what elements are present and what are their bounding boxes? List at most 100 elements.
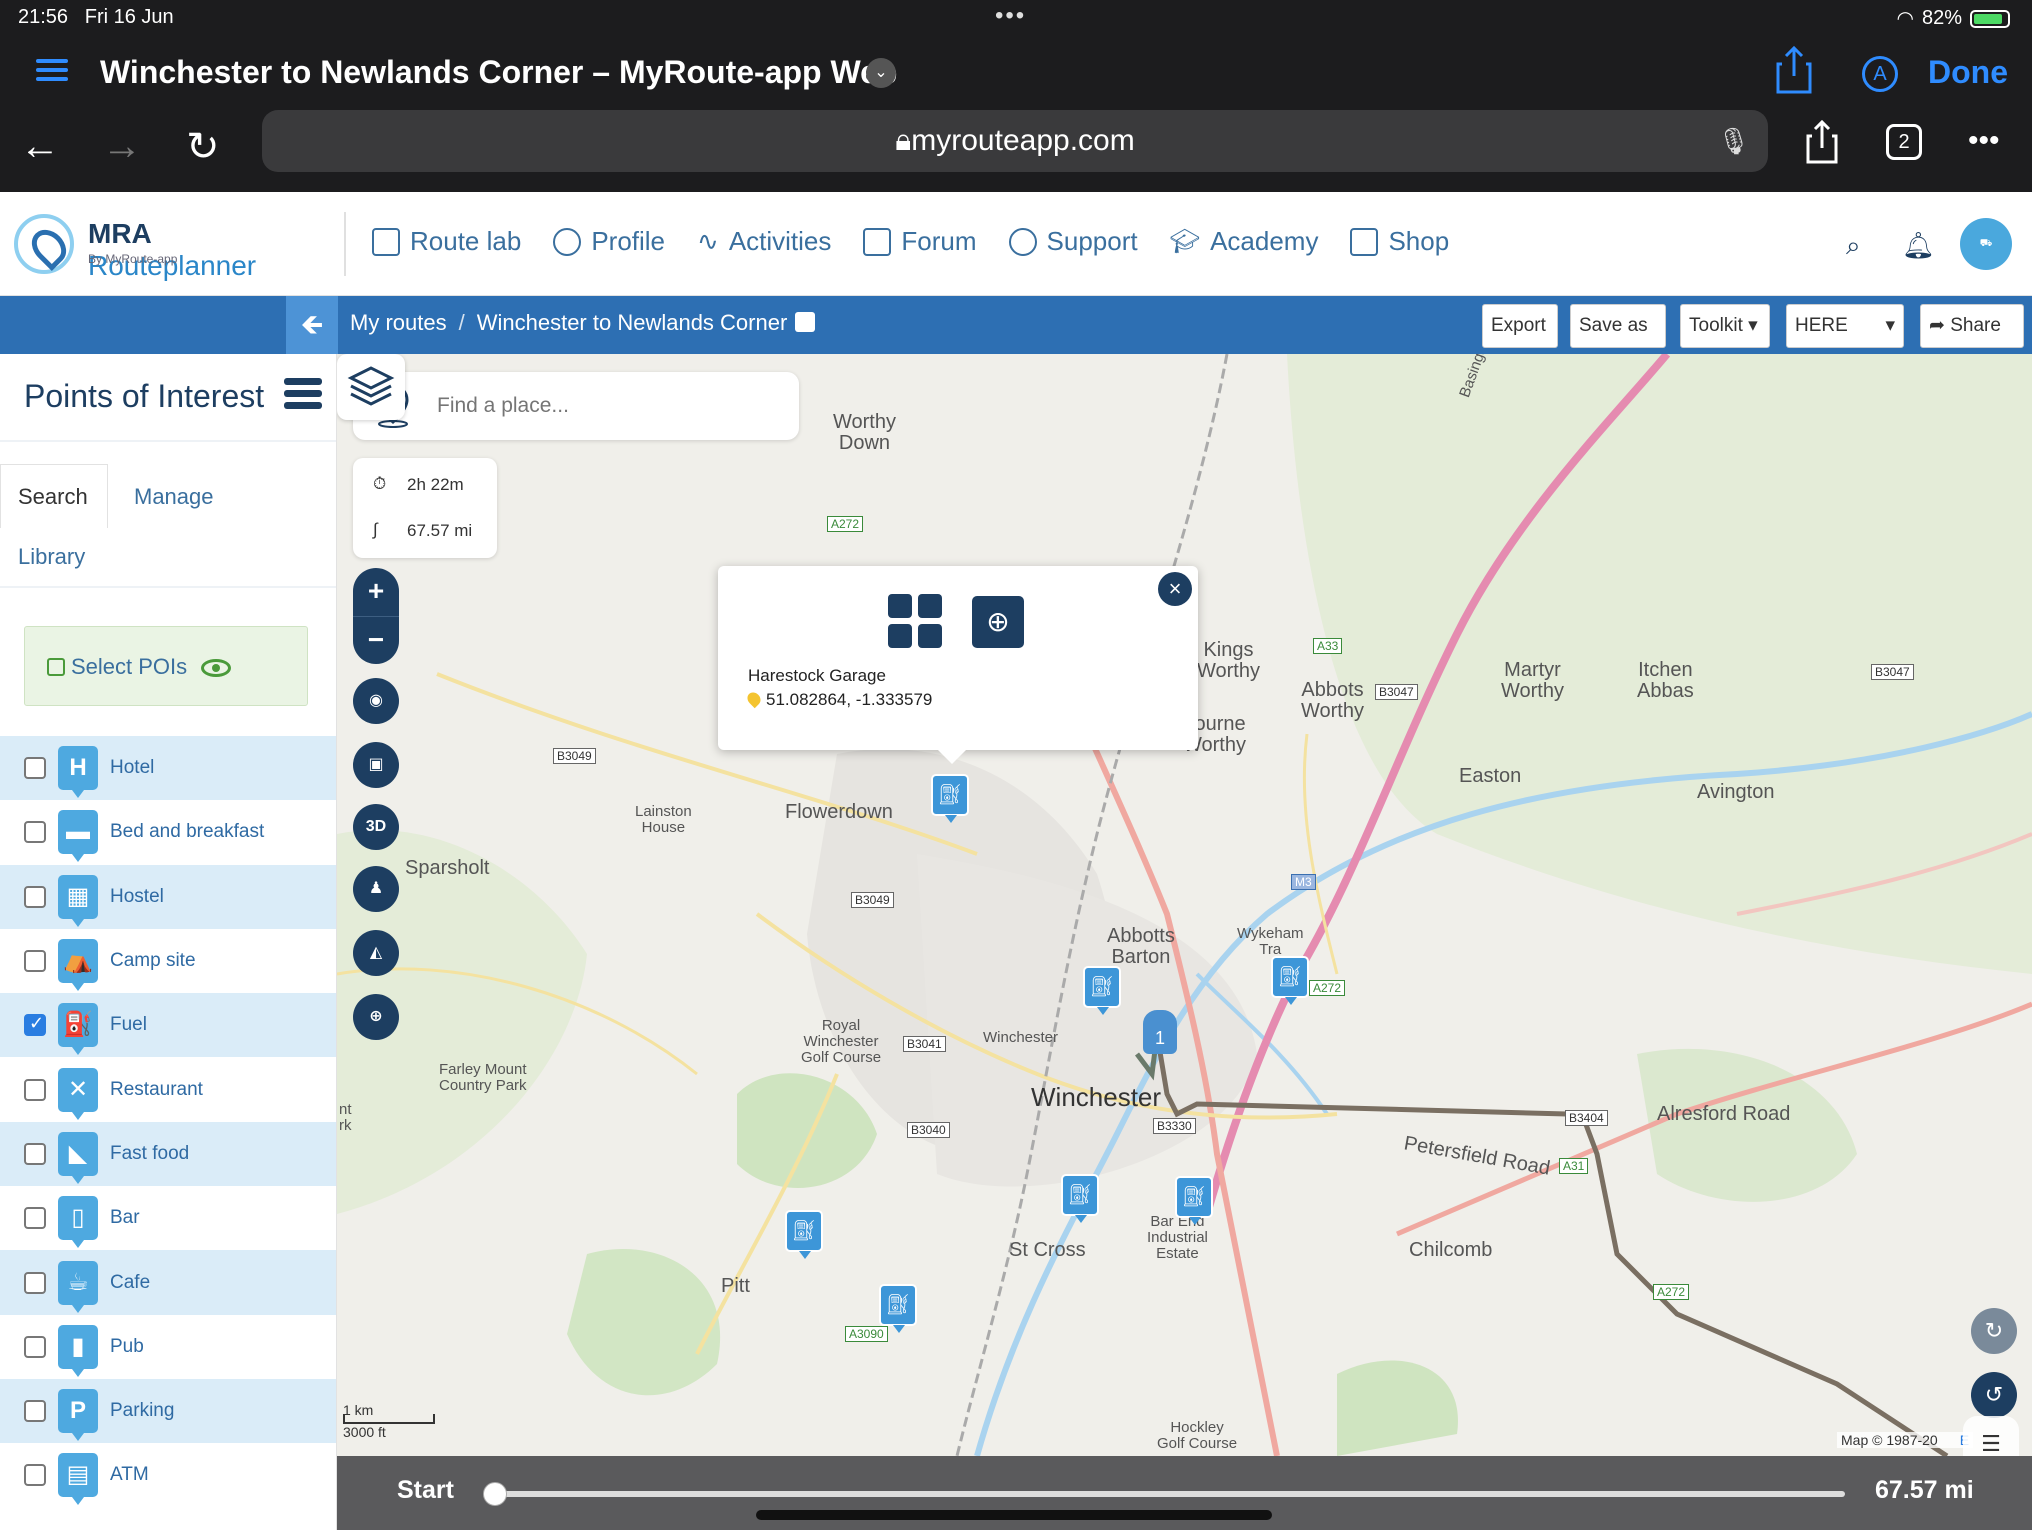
tab-manage[interactable]: Manage [134,484,214,510]
chevron-down-icon[interactable]: ⌄ [866,58,896,88]
forward-arrow-icon[interactable]: → [102,124,142,169]
tab-search[interactable]: Search [18,484,88,510]
poi-type-row[interactable]: ▦ Hostel [0,864,336,929]
poi-type-row[interactable]: P Parking [0,1378,336,1444]
poi-type-row[interactable]: ▤ ATM [0,1443,336,1507]
bell-icon[interactable]: 🔔︎ [1902,230,1935,261]
text-scan-icon[interactable]: ☰ [1963,1416,2019,1456]
collapse-sidebar-button[interactable]: 🡸 [286,296,338,354]
waypoint-hand-icon[interactable]: 1 [1143,1010,1177,1054]
zoom-to-poi-icon[interactable]: ⊕ [972,596,1024,648]
poi-type-row[interactable]: ◣ Fast food [0,1121,336,1187]
poi-type-row[interactable]: ✕ Restaurant [0,1057,336,1121]
tabs-count-button[interactable]: 2 [1886,124,1922,160]
add-poi-icon[interactable]: ◉ [353,678,399,724]
lock-icon[interactable]: ▣ [353,742,399,788]
three-d-button[interactable]: 3D [353,804,399,850]
add-to-route-grid-icon[interactable] [888,594,942,648]
breadcrumb-separator: / [458,310,465,335]
slider-track[interactable] [495,1491,1845,1497]
poi-checkbox[interactable] [24,1013,46,1037]
nav-profile[interactable]: Profile [553,226,665,257]
poi-type-row[interactable]: ▮ Pub [0,1315,336,1379]
poi-checkbox[interactable] [24,821,46,844]
fuel-poi-pin[interactable]: ⛽︎ [785,1210,823,1259]
search-icon[interactable]: ⌕ [1846,230,1861,262]
map-icon [372,227,400,256]
hamburger-menu-icon[interactable] [284,378,322,412]
tab-library[interactable]: Library [18,544,85,570]
map-provider-select[interactable]: HERE ▾ [1786,304,1904,348]
poi-checkbox[interactable] [24,885,46,908]
address-bar[interactable]: 🔒︎myrouteapp.com 🎙︎ [262,110,1768,172]
layers-icon[interactable] [337,354,405,420]
road-shield: A33 [1313,638,1343,654]
toolkit-button[interactable]: Toolkit ▾ [1680,304,1770,348]
multitasking-dots-icon[interactable]: ••• [995,2,1026,30]
poi-checkbox[interactable] [24,1207,46,1230]
tab-list-icon[interactable] [26,54,68,88]
poi-checkbox[interactable] [24,757,46,780]
mra-logo[interactable]: MRA Routeplanner By MyRoute-app [14,214,324,281]
poi-type-row[interactable]: H Hotel [0,736,336,801]
poi-checkbox[interactable] [24,1142,46,1165]
poi-checkbox[interactable] [24,950,46,973]
back-arrow-icon[interactable]: ← [20,124,60,169]
fuel-poi-pin[interactable]: ⛽︎ [879,1284,917,1333]
share-page-icon[interactable] [1806,120,1838,164]
poi-type-row[interactable]: ☕ Cafe [0,1250,336,1315]
slider-handle[interactable] [483,1482,507,1506]
find-place-input[interactable] [437,388,777,424]
poi-type-row[interactable]: ⛽ Fuel [0,993,336,1058]
poi-checkbox[interactable] [24,1078,46,1101]
crosshair-icon[interactable]: ⊕ [353,994,399,1040]
nav-support[interactable]: Support [1008,226,1138,257]
wifi-icon: ◠ [1896,8,1914,30]
refresh-icon[interactable]: ↻ [1971,1308,2017,1354]
breadcrumb-my-routes[interactable]: My routes [350,310,447,335]
poi-parking-icon: P [58,1389,98,1442]
fuel-poi-pin[interactable]: ⛽︎ [1061,1174,1099,1223]
reload-icon[interactable]: ↻ [186,124,220,170]
edit-icon[interactable] [795,312,816,332]
nav-activities[interactable]: ∿ Activities [697,226,831,257]
share-button[interactable]: ➦ Share ▾ [1920,304,2024,378]
poi-type-row[interactable]: ⛺ Camp site [0,929,336,993]
undo-icon[interactable]: ↺ [1971,1372,2017,1418]
done-button[interactable]: Done [1928,54,2008,91]
select-pois-button[interactable]: Select POIs [24,626,308,706]
road-shield: B3047 [1375,684,1418,700]
map-label-kings-worthy: Kings Worthy [1197,639,1260,682]
poi-label: Restaurant [110,1078,203,1100]
export-button[interactable]: Export [1482,304,1558,348]
street-view-icon[interactable]: ♟ [353,866,399,912]
zoom-in-button[interactable]: + [353,568,399,616]
poi-checkbox[interactable] [24,1271,46,1294]
nav-shop[interactable]: Shop [1350,226,1449,257]
markup-icon[interactable]: A [1862,56,1898,92]
logo-subtitle: By MyRoute-app [88,252,178,266]
poi-checkbox[interactable] [24,1335,46,1358]
microphone-icon[interactable]: 🎙︎ [1717,110,1750,172]
save-as-button[interactable]: Save as ▾ [1570,304,1666,378]
poi-checkbox[interactable] [24,1400,46,1423]
fuel-poi-pin[interactable]: ⛽︎ [931,774,969,823]
elevation-chart-icon[interactable]: ◭ [353,930,399,976]
nav-academy[interactable]: 🎓︎ Academy [1170,226,1319,257]
page-title[interactable]: Winchester to Newlands Corner – MyRoute-… [100,54,897,91]
route-map[interactable]: Worthy Down Flowerdown Sparsholt Lainston… [337,354,2032,1456]
share-icon[interactable] [1776,46,1812,94]
fuel-poi-pin[interactable]: ⛽︎ [1083,966,1121,1015]
avatar[interactable]: ⛟ [1960,218,2012,270]
fuel-poi-pin[interactable]: ⛽︎ [1175,1176,1213,1225]
poi-type-row[interactable]: ▯ Bar [0,1186,336,1250]
route-stats-card: ⏱︎ 2h 22m ∫ 67.57 mi [353,458,497,558]
nav-forum[interactable]: Forum [863,226,977,257]
zoom-out-button[interactable]: − [353,616,399,664]
poi-type-row[interactable]: ▬ Bed and breakfast [0,800,336,864]
poi-checkbox[interactable] [24,1464,46,1487]
fuel-poi-pin[interactable]: ⛽︎ [1271,956,1309,1005]
nav-route-lab[interactable]: Route lab [372,226,521,257]
more-icon[interactable]: ••• [1968,124,2000,158]
close-popup-button[interactable]: × [1158,572,1192,606]
